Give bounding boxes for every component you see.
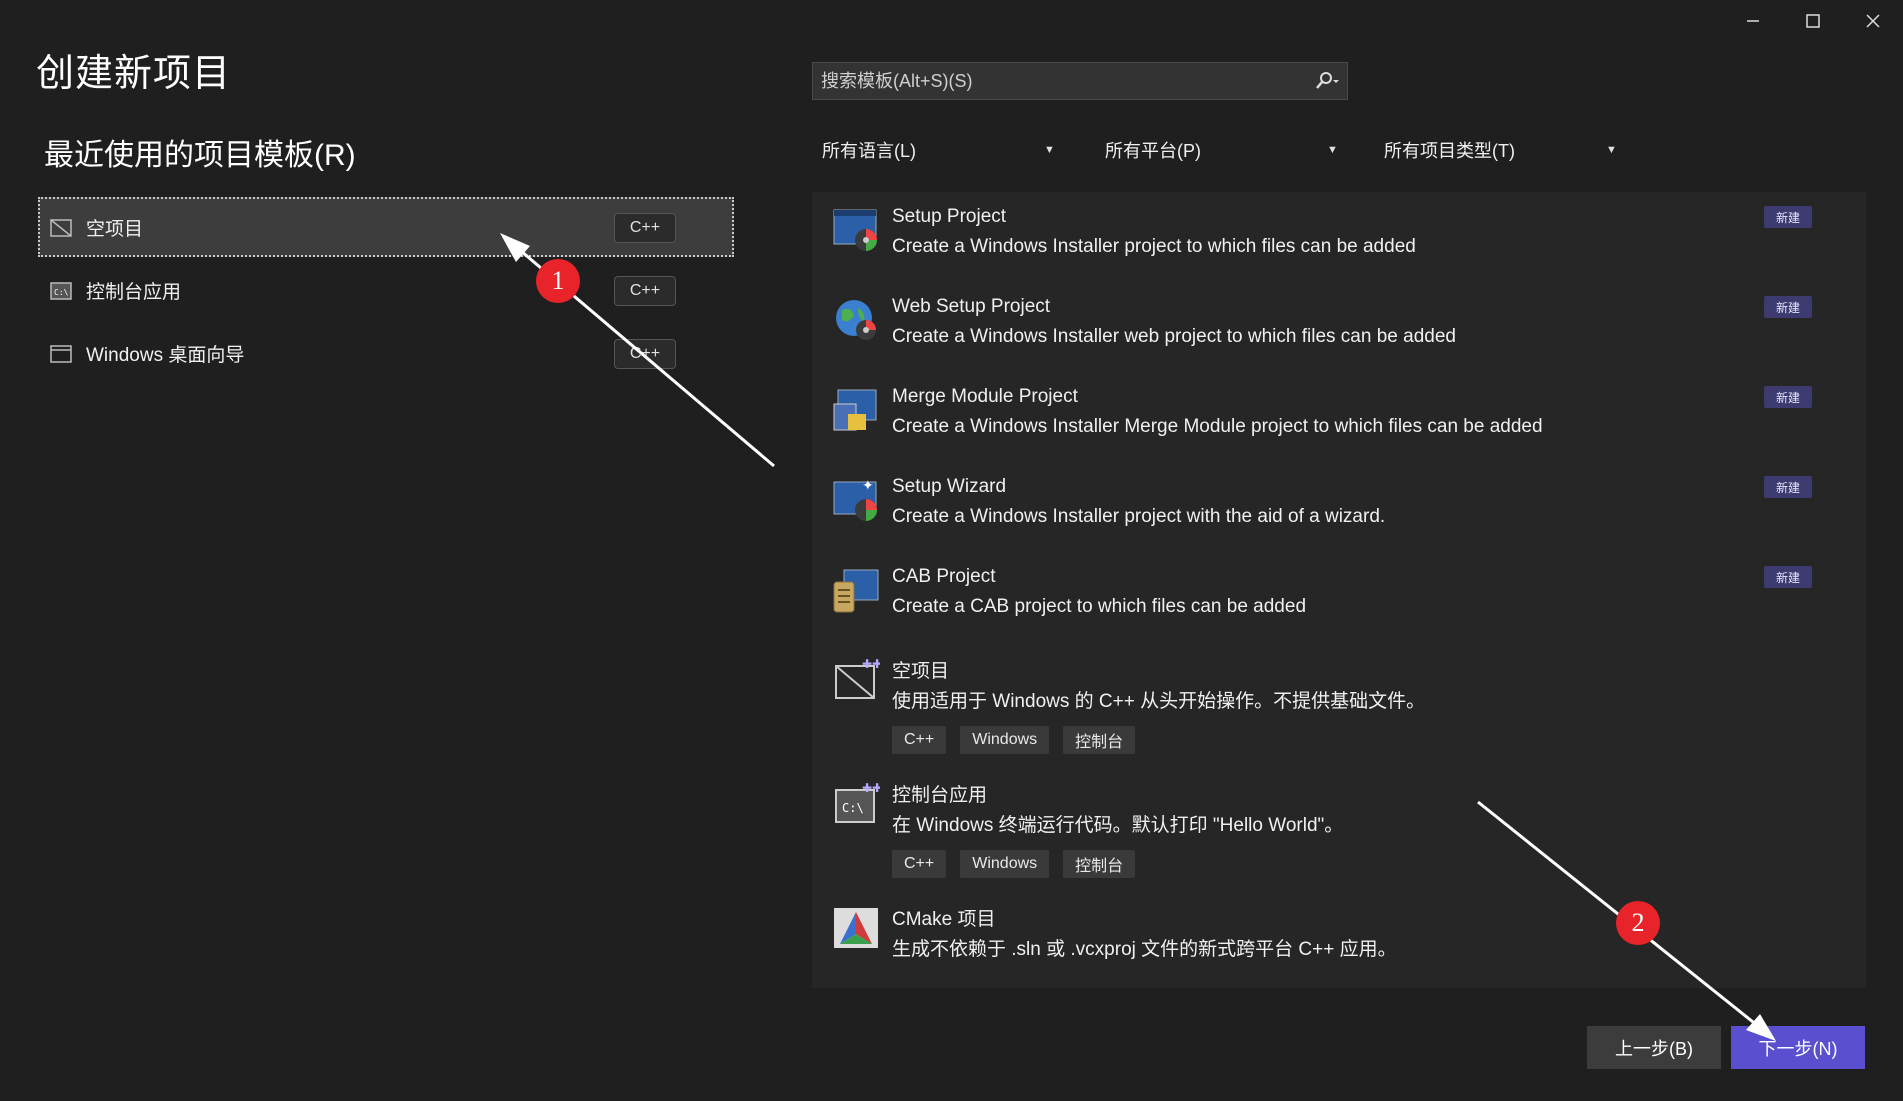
tag: Windows [960, 850, 1050, 878]
console-app-icon: C:\ [50, 280, 72, 300]
tag: 控制台 [1063, 726, 1136, 754]
chevron-down-icon: ▼ [1606, 144, 1617, 156]
result-title: 空项目 [892, 661, 950, 682]
chevron-down-icon: ▼ [1044, 144, 1055, 156]
search-input[interactable] [821, 70, 1307, 92]
recent-item-label: 空项目 [86, 218, 144, 240]
window-controls [1723, 0, 1903, 42]
cmake-icon [832, 904, 880, 952]
new-badge: 新建 [1764, 476, 1812, 498]
merge-module-icon [832, 386, 880, 434]
annotation-marker-1: 1 [536, 259, 580, 303]
recent-item-console-app[interactable]: C:\ 控制台应用 C++ [38, 260, 734, 320]
result-title: CMake 项目 [892, 909, 996, 930]
result-description: Create a Windows Installer Merge Module … [892, 416, 1543, 437]
recent-templates-list: 空项目 C++ C:\ 控制台应用 C++ Windows 桌面向导 C++ [38, 197, 734, 386]
desktop-wizard-icon [50, 343, 72, 363]
result-title: Web Setup Project [892, 296, 1051, 317]
recent-item-empty-project[interactable]: 空项目 C++ [38, 197, 734, 257]
language-filter[interactable]: 所有语言(L) ▼ [822, 134, 1062, 166]
result-description: 使用适用于 Windows 的 C++ 从头开始操作。不提供基础文件。 [892, 691, 1426, 712]
result-description: Create a CAB project to which files can … [892, 596, 1307, 617]
project-type-filter[interactable]: 所有项目类型(T) ▼ [1384, 134, 1624, 166]
language-tag: C++ [614, 276, 676, 306]
result-item-console-app[interactable]: C:\ ✚✚ 控制台应用 在 Windows 终端运行代码。默认打印 "Hello… [812, 766, 1866, 890]
close-icon[interactable] [1843, 0, 1903, 42]
minimize-icon[interactable] [1723, 0, 1783, 42]
tag: C++ [892, 850, 947, 878]
tag: Windows [960, 726, 1050, 754]
svg-text:✦: ✦ [862, 477, 874, 493]
recent-item-desktop-wizard[interactable]: Windows 桌面向导 C++ [38, 323, 734, 383]
result-item-cmake-project[interactable]: CMake 项目 生成不依赖于 .sln 或 .vcxproj 文件的新式跨平台… [812, 890, 1866, 980]
language-filter-label: 所有语言(L) [822, 141, 916, 161]
language-tag: C++ [614, 213, 676, 243]
chevron-down-icon: ▼ [1327, 144, 1338, 156]
project-type-filter-label: 所有项目类型(T) [1384, 141, 1515, 161]
result-tags: C++ Windows 控制台 [892, 850, 1136, 878]
tag: 控制台 [1063, 850, 1136, 878]
setup-project-icon [832, 206, 880, 254]
result-title: CAB Project [892, 566, 996, 587]
platform-filter-label: 所有平台(P) [1105, 141, 1201, 161]
language-tag: C++ [614, 339, 676, 369]
result-item-empty-project[interactable]: ✚✚ 空项目 使用适用于 Windows 的 C++ 从头开始操作。不提供基础文… [812, 642, 1866, 766]
new-badge: 新建 [1764, 566, 1812, 588]
search-box [812, 62, 1348, 100]
new-badge: 新建 [1764, 386, 1812, 408]
recent-templates-title: 最近使用的项目模板(R) [44, 139, 356, 172]
empty-project-icon [50, 217, 72, 237]
tag: C++ [892, 726, 947, 754]
next-button[interactable]: 下一步(N) [1731, 1026, 1865, 1069]
result-item-cab-project[interactable]: CAB Project Create a CAB project to whic… [812, 552, 1866, 642]
result-item-setup-project[interactable]: Setup Project Create a Windows Installer… [812, 192, 1866, 282]
template-results-list: Setup Project Create a Windows Installer… [812, 192, 1866, 988]
result-title: Setup Wizard [892, 476, 1007, 497]
svg-text:✚✚: ✚✚ [862, 657, 880, 671]
svg-text:✚✚: ✚✚ [862, 781, 880, 795]
recent-item-label: Windows 桌面向导 [86, 344, 245, 366]
result-description: Create a Windows Installer web project t… [892, 326, 1456, 347]
result-item-merge-module-project[interactable]: Merge Module Project Create a Windows In… [812, 372, 1866, 462]
web-setup-icon [832, 296, 880, 344]
result-description: Create a Windows Installer project to wh… [892, 236, 1416, 257]
svg-text:C:\: C:\ [54, 288, 69, 297]
result-title: Setup Project [892, 206, 1007, 227]
result-item-setup-wizard[interactable]: ✦ Setup Wizard Create a Windows Installe… [812, 462, 1866, 552]
result-description: Create a Windows Installer project with … [892, 506, 1386, 527]
result-description: 在 Windows 终端运行代码。默认打印 "Hello World"。 [892, 815, 1344, 836]
console-app-icon: C:\ ✚✚ [832, 780, 882, 828]
search-icon[interactable] [1307, 71, 1347, 91]
result-title: 控制台应用 [892, 785, 988, 806]
new-badge: 新建 [1764, 296, 1812, 318]
recent-item-label: 控制台应用 [86, 281, 182, 303]
maximize-icon[interactable] [1783, 0, 1843, 42]
annotation-marker-2: 2 [1616, 901, 1660, 945]
platform-filter[interactable]: 所有平台(P) ▼ [1105, 134, 1345, 166]
setup-wizard-icon: ✦ [832, 476, 880, 524]
result-tags: C++ Windows 控制台 [892, 726, 1136, 754]
result-item-web-setup-project[interactable]: Web Setup Project Create a Windows Insta… [812, 282, 1866, 372]
back-button[interactable]: 上一步(B) [1587, 1026, 1721, 1069]
new-badge: 新建 [1764, 206, 1812, 228]
result-description: 生成不依赖于 .sln 或 .vcxproj 文件的新式跨平台 C++ 应用。 [892, 939, 1397, 960]
result-title: Merge Module Project [892, 386, 1078, 407]
empty-project-icon: ✚✚ [832, 656, 882, 704]
page-title: 创建新项目 [36, 53, 232, 95]
svg-text:C:\: C:\ [842, 801, 864, 815]
cab-project-icon [832, 566, 880, 614]
